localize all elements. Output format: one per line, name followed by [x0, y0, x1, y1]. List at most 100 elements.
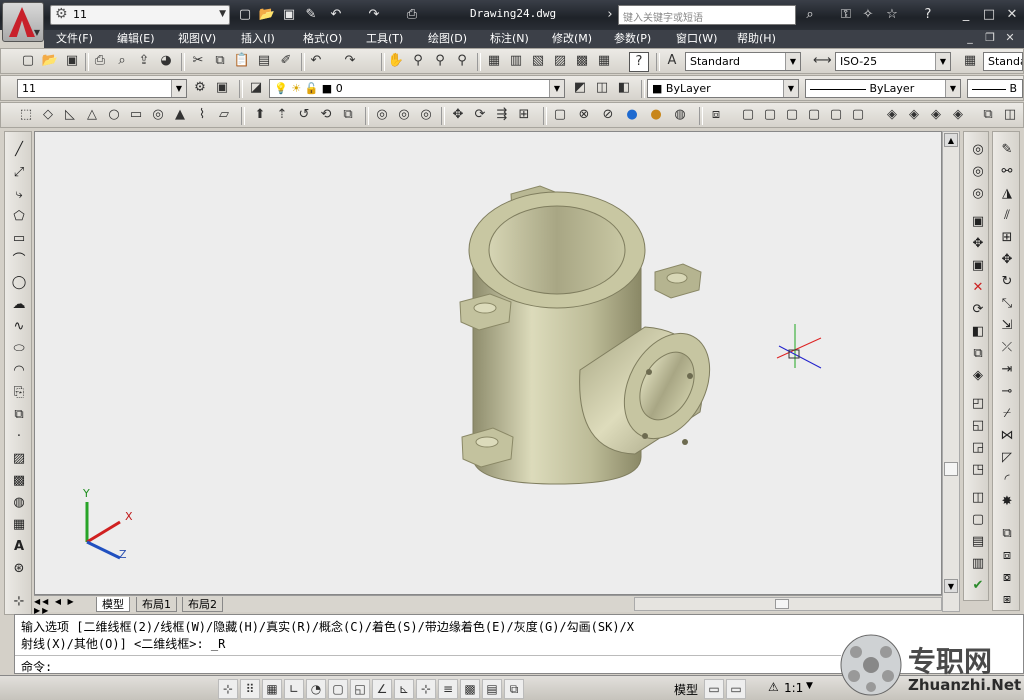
- open-icon[interactable]: 📂: [41, 52, 59, 70]
- arc-icon[interactable]: ⌒: [7, 251, 31, 271]
- rotate-faces-icon[interactable]: ⟳: [966, 300, 990, 320]
- undo-icon[interactable]: ↶: [326, 5, 346, 25]
- copy-faces-icon[interactable]: ⧉: [966, 344, 990, 364]
- polar-tracking-icon[interactable]: ◔: [306, 679, 326, 699]
- text-style-combo[interactable]: Standard ▼: [685, 52, 801, 71]
- draw-order-icon[interactable]: ⧉: [995, 524, 1019, 544]
- vertical-scrollbar[interactable]: ▲ ▼: [942, 131, 960, 612]
- selection-cycling-icon[interactable]: ⧉: [504, 679, 524, 699]
- dim-style-combo[interactable]: ISO-25 ▼: [835, 52, 951, 71]
- join-icon[interactable]: ⋈: [995, 426, 1019, 446]
- infer-constraints-icon[interactable]: ⊹: [218, 679, 238, 699]
- sphere-icon[interactable]: ○: [105, 106, 123, 124]
- menu-modify[interactable]: 修改(M): [552, 30, 592, 48]
- scroll-thumb[interactable]: [944, 462, 958, 476]
- application-menu-button[interactable]: ▼: [2, 2, 44, 42]
- minimize-button[interactable]: _: [955, 5, 977, 25]
- new-icon[interactable]: ▢: [235, 5, 255, 25]
- layer-combo[interactable]: 💡 ☀ 🔓 ■ 0 ▼: [269, 79, 565, 98]
- insert-block-icon[interactable]: ⎘: [7, 383, 31, 403]
- annotation-scale[interactable]: 1:1: [784, 681, 803, 695]
- loft-icon[interactable]: ⧉: [339, 106, 357, 124]
- tab-layout2[interactable]: 布局2: [182, 597, 223, 612]
- print-icon[interactable]: ⎙: [402, 5, 422, 25]
- solid-edit-icon[interactable]: ⧈: [707, 106, 725, 124]
- torus-icon[interactable]: ◎: [149, 106, 167, 124]
- presspull-icon[interactable]: ⇡: [273, 106, 291, 124]
- imprint-icon[interactable]: ◈: [927, 106, 945, 124]
- pan-icon[interactable]: ✋: [387, 52, 405, 70]
- ortho-mode-icon[interactable]: ∟: [284, 679, 304, 699]
- bring-to-front-icon[interactable]: ⧈: [995, 546, 1019, 566]
- union-icon[interactable]: ◎: [373, 106, 391, 124]
- union-icon[interactable]: ◎: [966, 140, 990, 160]
- delete-faces-icon[interactable]: ▢: [805, 106, 823, 124]
- lineweight-combo[interactable]: B: [967, 79, 1023, 98]
- color-edges-icon[interactable]: ◱: [966, 416, 990, 436]
- linetype-combo[interactable]: ByLayer ▼: [805, 79, 961, 98]
- rotate-icon[interactable]: ↻: [995, 272, 1019, 292]
- help-icon[interactable]: ?: [918, 5, 938, 25]
- subtract-icon[interactable]: ◎: [966, 162, 990, 182]
- 3d-object-snap-icon[interactable]: ◱: [350, 679, 370, 699]
- subtract-icon[interactable]: ◎: [395, 106, 413, 124]
- 2d-wireframe-icon[interactable]: ⊗: [575, 106, 593, 124]
- layer-states-icon[interactable]: ◧: [615, 79, 633, 97]
- section-icon[interactable]: ▥: [966, 554, 990, 574]
- tab-navigation-arrows[interactable]: ◀◀ ◀ ▶ ▶▶: [34, 597, 94, 615]
- move-faces-icon[interactable]: ▢: [761, 106, 779, 124]
- gradient-icon[interactable]: ▩: [7, 471, 31, 491]
- scroll-down-icon[interactable]: ▼: [944, 579, 958, 593]
- title-arrow-icon[interactable]: ›: [600, 5, 620, 25]
- clean-icon[interactable]: ◳: [966, 460, 990, 480]
- zoom-previous-icon[interactable]: ⚲: [453, 52, 471, 70]
- line-icon[interactable]: ╱: [7, 140, 31, 160]
- array-icon[interactable]: ⊞: [995, 228, 1019, 248]
- menu-format[interactable]: 格式(O): [303, 30, 342, 48]
- offset-faces-icon[interactable]: ▢: [783, 106, 801, 124]
- layer-properties-icon[interactable]: ◪: [247, 79, 265, 97]
- revolve-icon[interactable]: ⟲: [317, 106, 335, 124]
- rectangle-icon[interactable]: ▭: [7, 229, 31, 249]
- extrude-icon[interactable]: ⬆: [251, 106, 269, 124]
- cylinder-icon[interactable]: ▭: [127, 106, 145, 124]
- annotation-scale-icon[interactable]: ⚠: [768, 680, 779, 694]
- rotate-faces-icon[interactable]: ▢: [827, 106, 845, 124]
- erase-icon[interactable]: ✎: [995, 140, 1019, 160]
- design-center-icon[interactable]: ◕: [157, 52, 175, 70]
- design-center-palette-icon[interactable]: ▥: [507, 52, 525, 70]
- 3d-move-icon[interactable]: ✥: [449, 106, 467, 124]
- model-space-label[interactable]: 模型: [674, 681, 698, 698]
- visual-style-icon[interactable]: ▢: [551, 106, 569, 124]
- workspace-settings-icon[interactable]: ⚙: [191, 79, 209, 97]
- calculator-icon[interactable]: ▦: [595, 52, 613, 70]
- menu-edit[interactable]: 编辑(E): [117, 30, 155, 48]
- trim-icon[interactable]: ⤫: [995, 338, 1019, 358]
- drawing-viewport[interactable]: Y X Z: [34, 131, 942, 595]
- helix-icon[interactable]: ⌇: [193, 106, 211, 124]
- transparency-icon[interactable]: ▩: [460, 679, 480, 699]
- quick-properties-icon[interactable]: ▤: [482, 679, 502, 699]
- sweep-icon[interactable]: ↺: [295, 106, 313, 124]
- cut-icon[interactable]: ✂: [189, 52, 207, 70]
- explode-icon[interactable]: ✸: [995, 492, 1019, 512]
- hatch-icon[interactable]: ▨: [7, 449, 31, 469]
- taper-faces-icon[interactable]: ◧: [966, 322, 990, 342]
- construction-line-icon[interactable]: ⤢: [7, 163, 31, 183]
- spline-icon[interactable]: ∿: [7, 317, 31, 337]
- make-block-icon[interactable]: ⧉: [7, 405, 31, 425]
- workspace-combo[interactable]: ⚙ 11 ▼: [50, 5, 230, 25]
- menu-tools[interactable]: 工具(T): [366, 30, 403, 48]
- fillet-icon[interactable]: ◜: [995, 470, 1019, 490]
- scale-icon[interactable]: ⤡: [995, 294, 1019, 314]
- satellite-icon[interactable]: ✧: [858, 5, 878, 25]
- command-input[interactable]: [71, 657, 841, 673]
- menu-draw[interactable]: 绘图(D): [428, 30, 467, 48]
- break-icon[interactable]: ⌿: [995, 404, 1019, 424]
- circle-icon[interactable]: ◯: [7, 273, 31, 293]
- object-snap-tracking-icon[interactable]: ∠: [372, 679, 392, 699]
- ellipse-icon[interactable]: ⬭: [7, 339, 31, 359]
- doc-minimize-button[interactable]: _: [962, 31, 978, 47]
- intersect-icon[interactable]: ◎: [966, 184, 990, 204]
- paste-icon[interactable]: 📋: [233, 52, 251, 70]
